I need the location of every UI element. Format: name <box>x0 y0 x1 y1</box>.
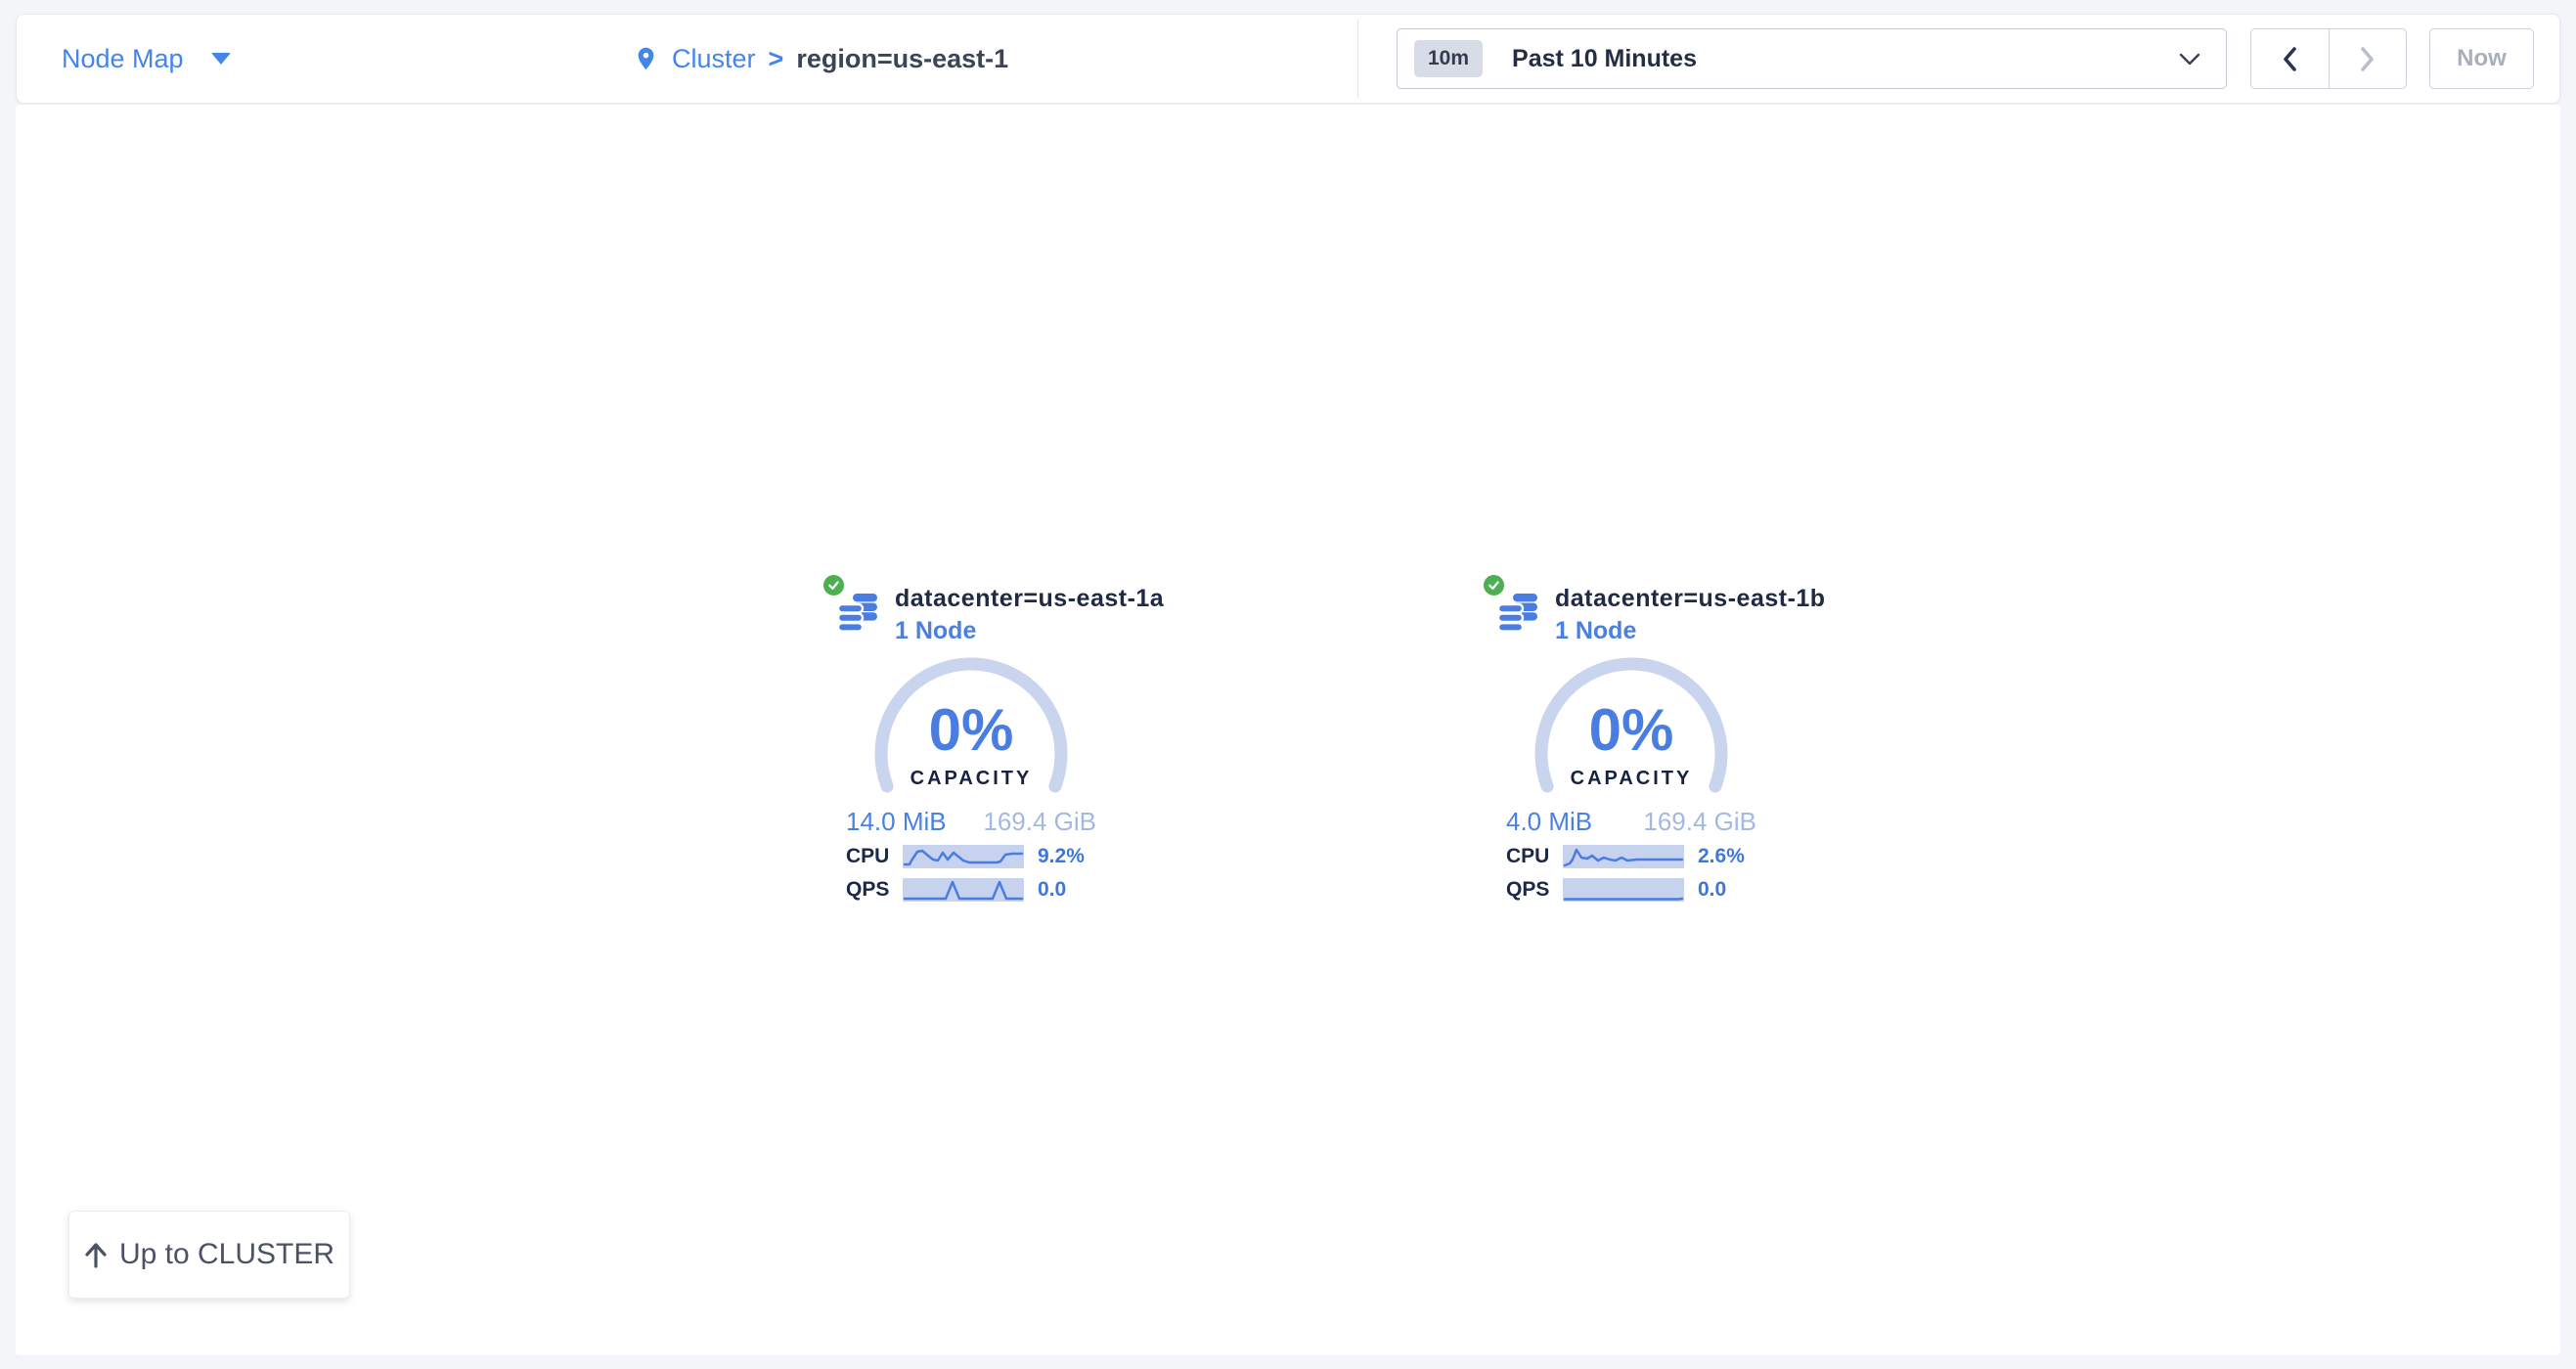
cpu-value: 2.6% <box>1698 845 1745 868</box>
qps-metric-row: QPS 0.0 <box>846 877 1096 903</box>
time-window-badge: 10m <box>1414 40 1483 77</box>
database-stack-icon <box>1496 592 1539 640</box>
qps-sparkline <box>903 878 1024 902</box>
time-next-button[interactable] <box>2329 29 2407 88</box>
locality-titles: datacenter=us-east-1a 1 Node <box>895 584 1164 645</box>
locality-header[interactable]: datacenter=us-east-1a 1 Node <box>846 572 1096 644</box>
locality-title: datacenter=us-east-1a <box>895 584 1164 613</box>
arrow-up-icon <box>84 1241 108 1268</box>
cpu-metric-row: CPU 2.6% <box>1506 844 1756 869</box>
locality-card-us-east-1b: datacenter=us-east-1b 1 Node 0% CAPACITY… <box>1506 572 1756 903</box>
time-window-label: Past 10 Minutes <box>1512 45 1697 73</box>
time-window-dropdown[interactable]: 10m Past 10 Minutes <box>1397 28 2227 89</box>
capacity-used: 14.0 MiB <box>846 807 947 836</box>
capacity-label: CAPACITY <box>864 768 1079 790</box>
database-stack-icon <box>836 592 879 640</box>
metrics: CPU 9.2% QPS 0.0 <box>846 844 1096 903</box>
now-button[interactable]: Now <box>2429 28 2534 89</box>
up-to-cluster-button[interactable]: Up to CLUSTER <box>68 1211 350 1299</box>
time-nav-group <box>2250 28 2407 89</box>
map-pin-icon <box>633 43 659 74</box>
capacity-label: CAPACITY <box>1524 768 1739 790</box>
metrics: CPU 2.6% QPS 0.0 <box>1506 844 1756 903</box>
up-to-cluster-label: Up to CLUSTER <box>119 1238 334 1271</box>
capacity-total: 169.4 GiB <box>983 807 1096 836</box>
top-bar: Node Map Cluster > region=us-east-1 10m … <box>16 14 2560 104</box>
cpu-sparkline <box>903 845 1024 868</box>
healthy-check-icon <box>1481 572 1507 598</box>
qps-value: 0.0 <box>1038 878 1066 902</box>
caret-down-icon <box>211 53 231 65</box>
capacity-gauge: 0% CAPACITY <box>864 656 1079 803</box>
cpu-label: CPU <box>846 845 903 868</box>
locality-node-count[interactable]: 1 Node <box>895 616 1164 645</box>
capacity-percent: 0% <box>864 701 1079 760</box>
view-selector-label: Node Map <box>62 44 184 74</box>
capacity-values: 14.0 MiB 169.4 GiB <box>846 807 1096 836</box>
capacity-gauge: 0% CAPACITY <box>1524 656 1739 803</box>
locality-node-count[interactable]: 1 Node <box>1555 616 1826 645</box>
cpu-metric-row: CPU 9.2% <box>846 844 1096 869</box>
breadcrumb-separator: > <box>769 44 784 74</box>
topbar-divider <box>1357 20 1358 98</box>
breadcrumb-current: region=us-east-1 <box>796 44 1008 74</box>
locality-titles: datacenter=us-east-1b 1 Node <box>1555 584 1826 645</box>
time-prev-button[interactable] <box>2251 29 2329 88</box>
node-map-page: Node Map Cluster > region=us-east-1 10m … <box>0 0 2576 1369</box>
breadcrumb-cluster-link[interactable]: Cluster <box>672 44 756 74</box>
view-selector-dropdown[interactable]: Node Map <box>62 15 231 103</box>
cpu-value: 9.2% <box>1038 845 1085 868</box>
chevron-down-icon <box>2179 53 2200 66</box>
capacity-total: 169.4 GiB <box>1643 807 1756 836</box>
locality-header[interactable]: datacenter=us-east-1b 1 Node <box>1506 572 1756 644</box>
capacity-used: 4.0 MiB <box>1506 807 1592 836</box>
healthy-check-icon <box>821 572 847 598</box>
breadcrumb: Cluster > region=us-east-1 <box>633 15 1008 103</box>
qps-label: QPS <box>846 878 903 902</box>
qps-value: 0.0 <box>1698 878 1726 902</box>
chevron-left-icon <box>2282 46 2298 72</box>
capacity-percent: 0% <box>1524 701 1739 760</box>
node-map-panel: datacenter=us-east-1a 1 Node 0% CAPACITY… <box>16 105 2560 1355</box>
cpu-sparkline <box>1563 845 1684 868</box>
cpu-label: CPU <box>1506 845 1563 868</box>
qps-sparkline <box>1563 878 1684 902</box>
qps-label: QPS <box>1506 878 1563 902</box>
chevron-right-icon <box>2359 46 2376 72</box>
qps-metric-row: QPS 0.0 <box>1506 877 1756 903</box>
locality-card-us-east-1a: datacenter=us-east-1a 1 Node 0% CAPACITY… <box>846 572 1096 903</box>
locality-title: datacenter=us-east-1b <box>1555 584 1826 613</box>
capacity-values: 4.0 MiB 169.4 GiB <box>1506 807 1756 836</box>
